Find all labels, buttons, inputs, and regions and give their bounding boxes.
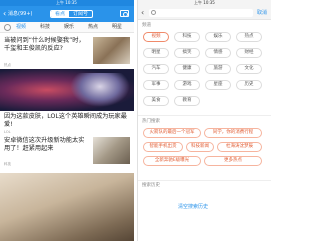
channel-chip[interactable]: 旅游 xyxy=(205,64,231,74)
channel-chip[interactable]: 汽车 xyxy=(143,64,169,74)
hot-search-section: 热门搜索 火箭队的最后一个冠军 同学，你的消费行程智能手机出货 科技新闻 杜海涛沈梦辰… xyxy=(138,118,271,178)
cancel-button[interactable]: 取消 xyxy=(257,9,267,17)
channel-chip[interactable]: 教育 xyxy=(174,96,200,106)
tab-kandian[interactable]: 看点 xyxy=(51,11,70,17)
channel-chip[interactable]: 明星 xyxy=(143,48,169,58)
article-title[interactable]: 安卓微信这次升级新功能太实用了！赶紧用起来 xyxy=(4,137,90,153)
channel-chip[interactable]: 军事 xyxy=(143,80,169,90)
category-video[interactable]: 视频 xyxy=(16,23,26,32)
article-source: 热点 xyxy=(4,63,11,67)
article-thumbnail[interactable] xyxy=(93,37,130,64)
category-hot[interactable]: 热点 xyxy=(88,23,98,32)
hot-search-chip[interactable]: 科技新闻 xyxy=(186,142,214,152)
hot-search-chip[interactable]: 同学，你的消费行程 xyxy=(204,128,262,138)
article-banner-image[interactable] xyxy=(0,173,134,241)
search-row: ‹ 取消 xyxy=(138,6,271,20)
channel-chip[interactable]: 文化 xyxy=(236,64,262,74)
search-screen: 上午 10:35 ‹ 取消 频道 视频 科技 娱乐 热点 明星 搞笑 情感 财经 汽车 健康 旅游文… xyxy=(137,0,271,241)
search-input[interactable] xyxy=(149,9,253,17)
feed-screen: 上午 10:35 ‹ 消息(99+) 看点 订阅号 视频 科技 娱乐 热点 明星… xyxy=(0,0,134,241)
channel-chip[interactable]: 星座 xyxy=(205,80,231,90)
channel-chip[interactable]: 财经 xyxy=(236,48,262,58)
feed-header: ‹ 消息(99+) 看点 订阅号 xyxy=(0,6,134,22)
hot-search-chip[interactable]: 更多热点 xyxy=(204,156,262,166)
article-banner-image[interactable] xyxy=(0,69,134,111)
camera-icon[interactable] xyxy=(120,10,129,17)
clear-history-button[interactable]: 清空搜索历史 xyxy=(178,203,208,210)
channel-chip[interactable]: 情感 xyxy=(205,48,231,58)
channel-chip[interactable]: 美食 xyxy=(143,96,169,106)
hot-search-chip[interactable]: 火箭队的最后一个冠军 xyxy=(143,128,201,138)
hot-search-chip[interactable]: 全新奔驰E级曝光 xyxy=(143,156,201,166)
category-bar: 视频 科技 娱乐 热点 明星 xyxy=(0,22,134,33)
history-title: 搜索历史 xyxy=(142,183,160,188)
channel-chip[interactable]: 健康 xyxy=(174,64,200,74)
screenshot-root: 上午 10:35 ‹ 消息(99+) 看点 订阅号 视频 科技 娱乐 热点 明星… xyxy=(0,0,271,241)
article-source: 科技 xyxy=(4,162,11,166)
hot-search-chip[interactable]: 杜海涛沈梦辰 xyxy=(217,142,262,152)
history-section: 搜索历史 清空搜索历史 xyxy=(138,180,271,241)
channel-chip[interactable]: 视频 xyxy=(143,32,169,42)
hot-search-chip[interactable]: 智能手机出货 xyxy=(143,142,183,152)
channel-chip[interactable]: 热点 xyxy=(236,32,262,42)
article-thumbnail[interactable] xyxy=(93,137,130,164)
search-icon xyxy=(151,10,156,15)
channel-chip[interactable]: 娱乐 xyxy=(205,32,231,42)
tab-switch: 看点 订阅号 xyxy=(50,10,94,18)
message-label[interactable]: 消息(99+) xyxy=(8,9,32,19)
category-star[interactable]: 明星 xyxy=(112,23,122,32)
channel-section: 频道 视频 科技 娱乐 热点明星 搞笑 情感 财经汽车 健康 旅游 文化军事 游戏 星座 历史美食 教育 xyxy=(138,22,271,116)
channel-chip[interactable]: 游戏 xyxy=(174,80,200,90)
channel-chip[interactable]: 搞笑 xyxy=(174,48,200,58)
article-title[interactable]: 当被问到“什么时候娶我”时，千玺和王俊凯的反应? xyxy=(4,37,90,53)
channel-section-title: 频道 xyxy=(142,23,151,28)
article-source: LOL xyxy=(4,130,11,134)
back-arrow-icon[interactable]: ‹ xyxy=(141,8,144,18)
category-tech[interactable]: 科技 xyxy=(40,23,50,32)
tab-subscription[interactable]: 订阅号 xyxy=(69,11,92,17)
category-ent[interactable]: 娱乐 xyxy=(64,23,74,32)
channel-chip[interactable]: 历史 xyxy=(236,80,262,90)
channel-chip[interactable]: 科技 xyxy=(174,32,200,42)
search-icon[interactable] xyxy=(4,24,11,31)
article-title[interactable]: 因为这款皮肤，LOL这个英雄瞬间成为玩家最爱! xyxy=(4,113,132,129)
hot-search-title: 热门搜索 xyxy=(142,119,160,124)
